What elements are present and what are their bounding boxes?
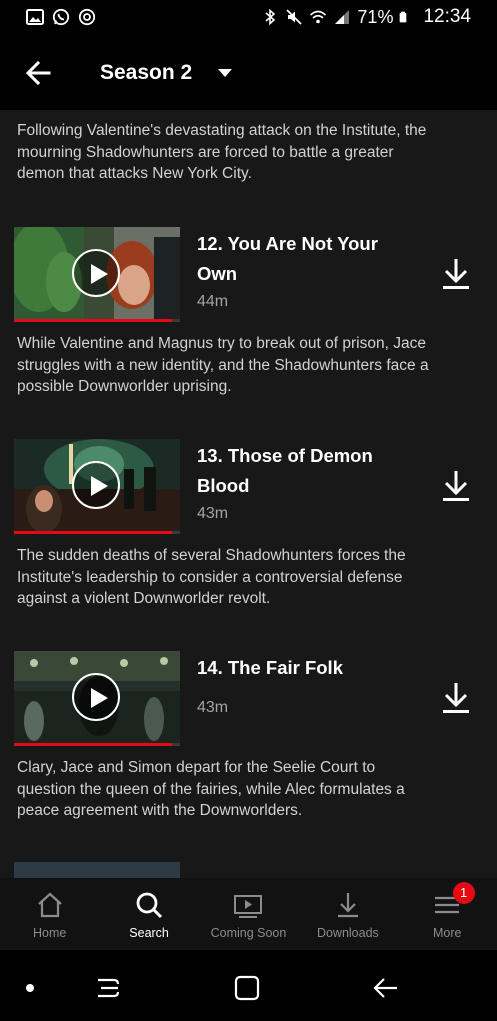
play-screen-icon [234, 895, 263, 918]
nav-label: Downloads [316, 926, 379, 940]
nav-more[interactable]: 1 More [398, 878, 497, 950]
episode-duration: 43m [197, 699, 229, 716]
battery-icon [400, 11, 407, 23]
episode-thumbnail[interactable] [14, 227, 180, 319]
status-bar: 71% 12:34 [0, 0, 497, 36]
episode-description: While Valentine and Magnus try to break … [17, 335, 429, 395]
back-button[interactable] [22, 56, 56, 90]
episode-duration: 43m [197, 505, 229, 522]
system-status: 71% 12:34 [261, 6, 471, 28]
download-button[interactable] [440, 469, 472, 503]
episode-row: 13. Those of Demon Blood 43m The sudden … [0, 439, 497, 639]
whatsapp-icon [52, 8, 70, 26]
play-icon [91, 476, 108, 496]
home-icon [37, 892, 62, 918]
battery-percentage: 71% [357, 6, 394, 27]
download-icon [337, 893, 358, 918]
episode-list[interactable]: Following Valentine's devastating attack… [0, 110, 497, 878]
nav-label: More [433, 926, 462, 940]
watch-progress-fill [14, 743, 172, 746]
nav-search[interactable]: Search [99, 878, 198, 950]
watch-progress-fill [14, 319, 172, 322]
mute-icon [286, 9, 303, 25]
season-selector[interactable]: Season 2 [100, 56, 233, 90]
watch-progress-bar [14, 531, 180, 534]
nav-downloads[interactable]: Downloads [298, 878, 397, 950]
watch-progress-fill [14, 531, 172, 534]
back-arrow-icon[interactable] [372, 974, 400, 1002]
download-button[interactable] [440, 257, 472, 291]
play-button[interactable] [72, 461, 120, 509]
watch-progress-bar [14, 319, 180, 322]
gallery-icon [26, 9, 44, 25]
sync-icon [78, 8, 96, 26]
play-button[interactable] [72, 673, 120, 721]
episode-description: The sudden deaths of several Shadowhunte… [17, 547, 406, 607]
episode-thumbnail[interactable] [14, 651, 180, 743]
bluetooth-icon [265, 8, 276, 26]
wifi-icon [310, 10, 327, 24]
episode-row: 14. The Fair Folk 43m Clary, Jace and Si… [0, 651, 497, 851]
play-icon [91, 688, 108, 708]
recents-icon[interactable] [94, 974, 122, 1002]
watch-progress-bar [14, 743, 180, 746]
episode-title: 14. The Fair Folk [197, 657, 343, 678]
next-episode-thumbnail[interactable] [14, 862, 180, 878]
nav-home[interactable]: Home [0, 878, 99, 950]
search-icon [136, 892, 163, 919]
nav-label: Coming Soon [210, 926, 287, 940]
nav-coming-soon[interactable]: Coming Soon [199, 878, 298, 950]
download-button[interactable] [440, 681, 472, 715]
play-icon [91, 264, 108, 284]
play-button[interactable] [72, 249, 120, 297]
notification-badge: 1 [452, 882, 475, 904]
episode-title: 13. Those of Demon Blood [197, 445, 373, 496]
episode-thumbnail[interactable] [14, 439, 180, 531]
dot-icon[interactable] [16, 974, 44, 1002]
notification-icons [26, 8, 96, 26]
system-navigation-bar [0, 950, 497, 1021]
signal-icon [335, 10, 350, 24]
clock: 12:34 [423, 6, 471, 27]
nav-label: Search [129, 926, 169, 940]
caret-down-icon [218, 69, 233, 77]
app-header: Season 2 [0, 36, 497, 110]
episode-description: Clary, Jace and Simon depart for the See… [17, 759, 405, 819]
episode-duration: 44m [197, 293, 229, 310]
season-title: Season 2 [100, 61, 193, 84]
bottom-navigation: Home Search Coming Soon Downloads 1 More [0, 878, 497, 950]
episode-title: 12. You Are Not Your Own [197, 233, 378, 284]
home-square-icon[interactable] [233, 974, 261, 1002]
episode-row: 12. You Are Not Your Own 44m While Valen… [0, 227, 497, 427]
nav-label: Home [33, 926, 67, 940]
previous-episode-description: Following Valentine's devastating attack… [17, 122, 427, 182]
